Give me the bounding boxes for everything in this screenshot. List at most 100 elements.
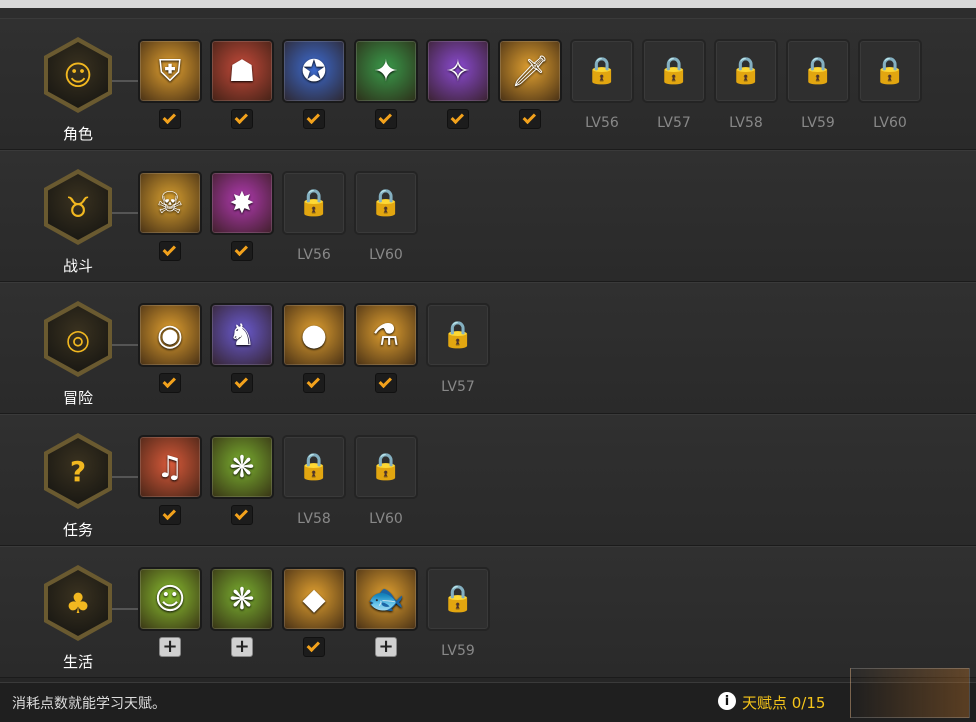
unlock-level-label: LV56 xyxy=(585,115,619,131)
lock-icon: 🔒 xyxy=(369,452,403,482)
lock-icon: 🔒 xyxy=(657,56,691,86)
talent-slot[interactable]: ✸ xyxy=(210,171,274,235)
category-row: ♉ 战斗 ☠ ✸ 🔒 LV56 🔒 LV60 xyxy=(0,150,976,282)
lock-icon: 🔒 xyxy=(369,188,403,218)
lock-icon: 🔒 xyxy=(441,584,475,614)
talent-slot[interactable]: 🔒 xyxy=(426,303,490,367)
talent-slot[interactable]: 🔒 xyxy=(714,39,778,103)
fish-up-icon: 🐟 xyxy=(367,581,405,617)
lock-icon: 🔒 xyxy=(729,56,763,86)
talent-slot[interactable]: 🔒 xyxy=(570,39,634,103)
unlock-level-label: LV60 xyxy=(369,247,403,263)
purple-ghost-slash-icon: ✧ xyxy=(445,53,471,89)
connector-line xyxy=(112,608,138,610)
learned-check-icon xyxy=(231,241,253,261)
learn-plus-button[interactable]: + xyxy=(375,637,397,657)
talent-slot[interactable]: ♞ xyxy=(210,303,274,367)
category-label: 战斗 xyxy=(62,257,93,275)
talent-slot[interactable]: ✧ xyxy=(426,39,490,103)
talent-slot[interactable]: 🔒 xyxy=(354,171,418,235)
talent-slot[interactable]: ☗ xyxy=(210,39,274,103)
coin-chest-icon: ◉ xyxy=(156,317,184,353)
learned-check-icon xyxy=(303,373,325,393)
learned-check-icon xyxy=(159,505,181,525)
category-label: 冒险 xyxy=(62,389,93,407)
talent-slot[interactable]: 🔒 xyxy=(858,39,922,103)
talent-slot[interactable]: 🔒 xyxy=(426,567,490,631)
learned-check-icon xyxy=(159,373,181,393)
lock-icon: 🔒 xyxy=(297,452,331,482)
lock-icon: 🔒 xyxy=(441,320,475,350)
category-badge[interactable]: ☺ 角色 xyxy=(40,37,116,147)
talent-slot[interactable]: 🔒 xyxy=(354,435,418,499)
pentagram-silhouette-icon: ✪ xyxy=(301,53,327,89)
talent-slot[interactable]: ⛨ xyxy=(138,39,202,103)
category-label: 任务 xyxy=(62,521,93,539)
footer-bar: 消耗点数就能学习天赋。 i 天赋点 0/15 xyxy=(0,682,976,722)
learned-check-icon xyxy=(375,373,397,393)
unlock-level-label: LV59 xyxy=(801,115,835,131)
life-mushroom-icon: ♣ xyxy=(65,586,91,620)
connector-line xyxy=(112,80,138,82)
unlock-level-label: LV57 xyxy=(441,379,475,395)
talent-window: ☺ 角色 ⛨ ☗ ✪ ✦ ✧ 🗡 🔒 LV56 🔒 LV57 🔒 LV58 🔒 LV59 🔒 LV60 ♉ 战斗 ☠ ✸ 🔒… xyxy=(0,0,976,722)
talent-slot[interactable]: ◆ xyxy=(282,567,346,631)
unlock-level-label: LV59 xyxy=(441,643,475,659)
learn-plus-button[interactable]: + xyxy=(159,637,181,657)
gift-box-icon: ♫ xyxy=(156,449,184,485)
green-gem-scroll-icon: ❋ xyxy=(229,449,255,485)
talent-slot[interactable]: ● xyxy=(282,303,346,367)
category-label: 生活 xyxy=(62,653,93,671)
role-face-icon: ☺ xyxy=(63,58,93,92)
learned-check-icon xyxy=(231,505,253,525)
category-badge[interactable]: ♉ 战斗 xyxy=(40,169,116,279)
learned-check-icon xyxy=(231,373,253,393)
talent-slot[interactable]: 🐟 xyxy=(354,567,418,631)
lock-icon: 🔒 xyxy=(801,56,835,86)
lock-icon: 🔒 xyxy=(585,56,619,86)
talent-slot[interactable]: ♫ xyxy=(138,435,202,499)
unlock-level-label: LV56 xyxy=(297,247,331,263)
talent-slot[interactable]: ☺ xyxy=(138,567,202,631)
treasure-chest-skull-icon: ☠ xyxy=(156,185,184,221)
talent-slot[interactable]: ◉ xyxy=(138,303,202,367)
unlock-level-label: LV57 xyxy=(657,115,691,131)
talent-slot[interactable]: ✪ xyxy=(282,39,346,103)
connector-line xyxy=(112,212,138,214)
talent-slot[interactable]: 🗡 xyxy=(498,39,562,103)
learned-check-icon xyxy=(303,109,325,129)
info-icon[interactable]: i xyxy=(718,692,736,710)
talent-slot[interactable]: 🔒 xyxy=(282,171,346,235)
learned-check-icon xyxy=(447,109,469,129)
category-badge[interactable]: ♣ 生活 xyxy=(40,565,116,675)
footer-hint: 消耗点数就能学习天赋。 xyxy=(12,696,166,712)
adventure-compass-icon: ◎ xyxy=(65,322,91,356)
learned-check-icon xyxy=(159,241,181,261)
category-row: ♣ 生活 ☺ + ❋ + ◆ 🐟 + 🔒 LV59 xyxy=(0,546,976,678)
watermark-logo xyxy=(850,668,970,718)
talent-slot[interactable]: ❋ xyxy=(210,567,274,631)
lock-icon: 🔒 xyxy=(873,56,907,86)
category-badge[interactable]: ◎ 冒险 xyxy=(40,301,116,411)
connector-line xyxy=(112,476,138,478)
sword-up-icon: 🗡 xyxy=(510,53,550,89)
category-badge[interactable]: ? 任务 xyxy=(40,433,116,543)
learn-plus-button[interactable]: + xyxy=(231,637,253,657)
talent-slot[interactable]: ❋ xyxy=(210,435,274,499)
learned-check-icon xyxy=(303,637,325,657)
green-ghost-slash-icon: ✦ xyxy=(373,53,399,89)
learned-check-icon xyxy=(375,109,397,129)
learned-check-icon xyxy=(231,109,253,129)
talent-slot[interactable]: ☠ xyxy=(138,171,202,235)
doll-icon: ☺ xyxy=(154,581,186,617)
defense-silhouette-icon: ☗ xyxy=(228,53,256,89)
quest-question-icon: ? xyxy=(69,454,87,488)
talent-slot[interactable]: 🔒 xyxy=(786,39,850,103)
learned-check-icon xyxy=(159,109,181,129)
talent-points-counter: 天赋点 0/15 xyxy=(742,694,826,712)
potion-down-icon: ⚗ xyxy=(372,317,400,353)
talent-slot[interactable]: ✦ xyxy=(354,39,418,103)
talent-slot[interactable]: 🔒 xyxy=(642,39,706,103)
talent-slot[interactable]: ⚗ xyxy=(354,303,418,367)
talent-slot[interactable]: 🔒 xyxy=(282,435,346,499)
